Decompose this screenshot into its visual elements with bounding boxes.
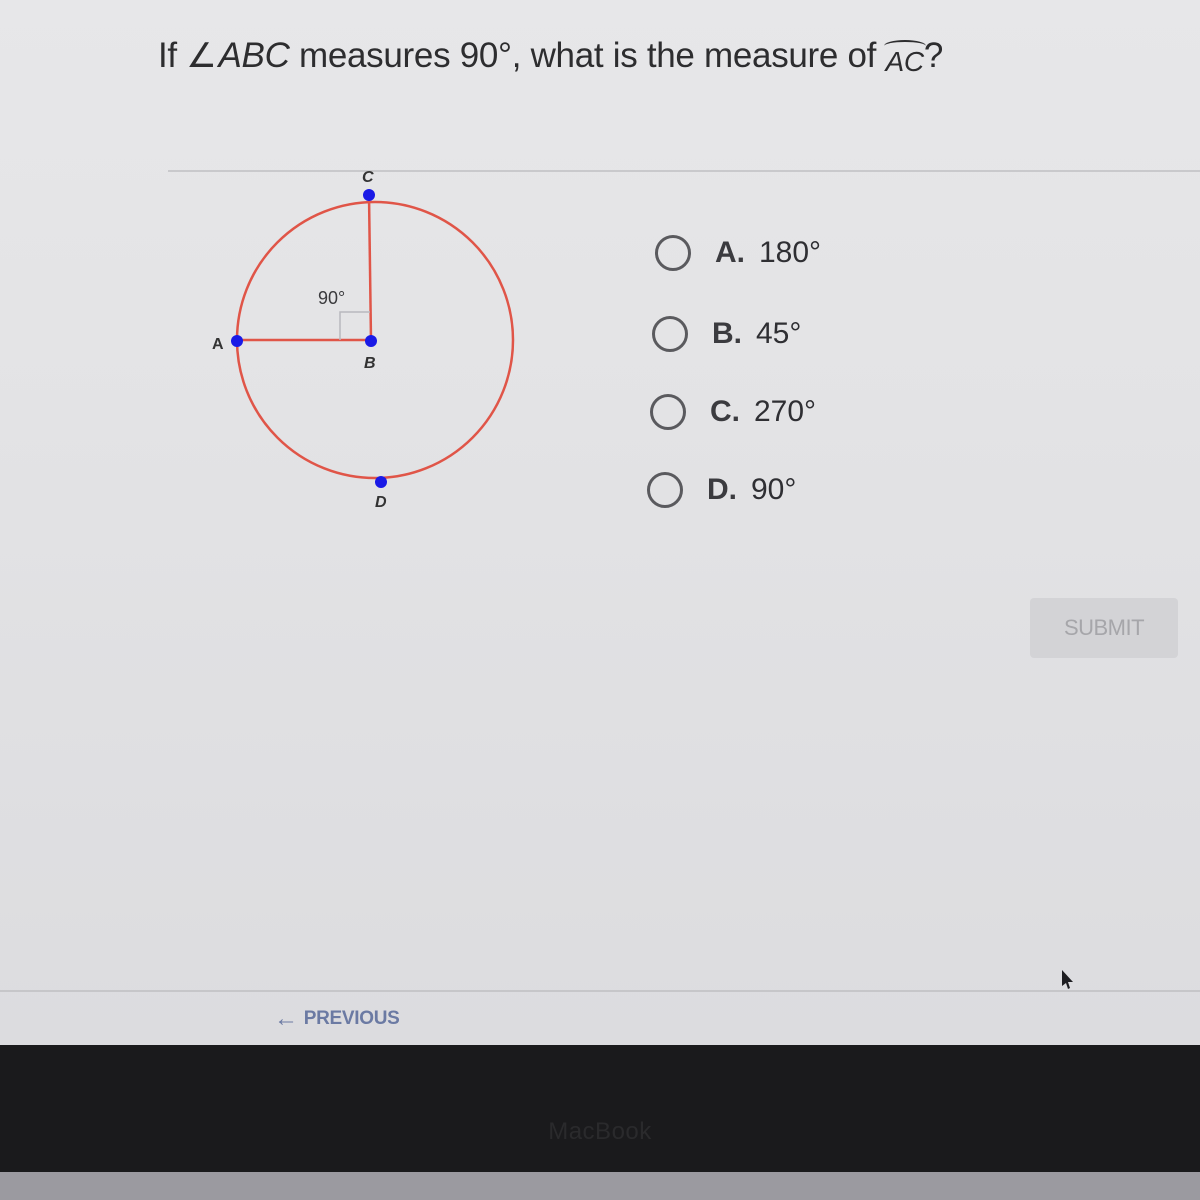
circle-diagram: C A B D 90° bbox=[0, 0, 1200, 1045]
mouse-cursor-icon bbox=[1062, 970, 1073, 989]
radio-a-icon[interactable] bbox=[655, 235, 691, 271]
submit-button[interactable]: SUBMIT bbox=[1030, 598, 1178, 658]
radio-c-icon[interactable] bbox=[650, 394, 686, 430]
point-a bbox=[231, 335, 243, 347]
label-a: A bbox=[212, 336, 224, 353]
angle-label: 90° bbox=[318, 288, 345, 308]
option-c-value: 270° bbox=[754, 395, 817, 428]
label-c: C bbox=[362, 169, 374, 186]
label-d: D bbox=[375, 494, 387, 511]
laptop-brand: MacBook bbox=[548, 1118, 652, 1145]
option-a-value: 180° bbox=[759, 236, 822, 269]
footer-divider bbox=[0, 990, 1200, 992]
radio-b-icon[interactable] bbox=[652, 316, 688, 352]
circle-diagram-svg: C A B D 90° bbox=[212, 169, 515, 511]
laptop-bezel-edge bbox=[0, 1172, 1200, 1200]
radio-d-icon[interactable] bbox=[647, 472, 683, 508]
option-b-letter: B. bbox=[712, 317, 742, 350]
option-a[interactable]: A. 180° bbox=[655, 235, 821, 271]
mouse-cursor-shape bbox=[1062, 970, 1073, 989]
option-a-letter: A. bbox=[715, 236, 745, 269]
point-d bbox=[375, 476, 387, 488]
option-d[interactable]: D. 90° bbox=[647, 472, 796, 508]
option-c-letter: C. bbox=[710, 395, 740, 428]
option-c[interactable]: C. 270° bbox=[650, 394, 816, 430]
previous-label: PREVIOUS bbox=[303, 1008, 400, 1029]
previous-button[interactable]: ← PREVIOUS bbox=[274, 1005, 400, 1033]
quiz-screen: If ∠ABC measures 90°, what is the measur… bbox=[0, 0, 1200, 1045]
point-b bbox=[365, 335, 377, 347]
label-b: B bbox=[364, 355, 376, 372]
option-d-letter: D. bbox=[707, 473, 737, 506]
option-b[interactable]: B. 45° bbox=[652, 316, 801, 352]
right-angle-marker bbox=[339, 311, 370, 340]
arrow-left-icon: ← bbox=[274, 1005, 298, 1032]
radius-bc bbox=[367, 194, 373, 341]
option-d-value: 90° bbox=[751, 473, 797, 506]
option-b-value: 45° bbox=[756, 317, 802, 350]
point-c bbox=[363, 189, 375, 201]
